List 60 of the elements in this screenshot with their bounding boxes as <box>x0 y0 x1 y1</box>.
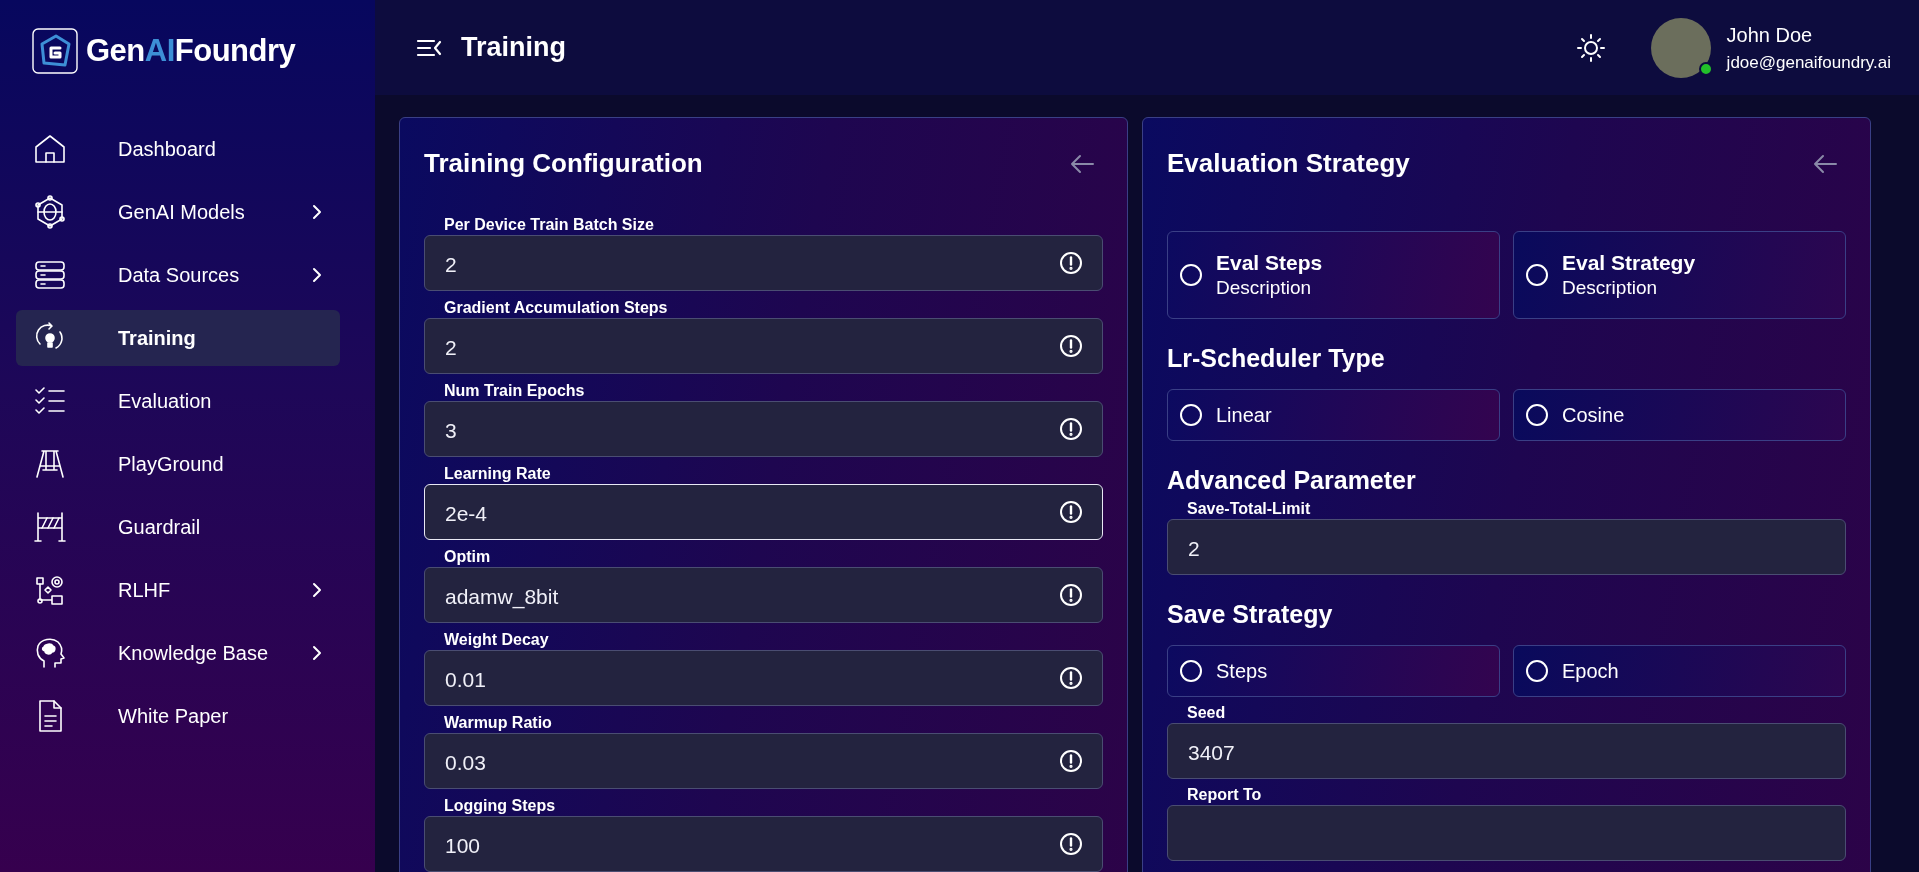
radio-option[interactable]: Epoch <box>1513 645 1846 698</box>
input-field[interactable]: 3407 <box>1167 723 1846 780</box>
input-field[interactable]: 100 <box>424 816 1103 872</box>
radio-option[interactable]: Linear <box>1167 389 1500 442</box>
sidebar-item[interactable]: GenAI Models <box>16 183 340 240</box>
back-arrow-icon[interactable] <box>1069 152 1095 175</box>
field-label: Num Train Epochs <box>444 382 585 401</box>
sidebar-item[interactable]: PlayGround <box>16 435 340 492</box>
field-label: Optim <box>444 548 491 567</box>
field-label: Gradient Accumulation Steps <box>444 299 668 318</box>
sidebar-item[interactable]: Data Sources <box>16 246 340 303</box>
field-label: Save-Total-Limit <box>1187 500 1311 519</box>
info-icon[interactable] <box>1059 749 1083 774</box>
user-email: jdoe@genaifoundry.ai <box>1726 51 1891 74</box>
radio-option[interactable]: Eval Steps Description <box>1167 231 1500 320</box>
input-field[interactable]: 2 <box>1167 519 1846 576</box>
field-label: Report To <box>1187 786 1262 805</box>
sidebar-item[interactable]: RLHF <box>16 561 340 618</box>
info-icon[interactable] <box>1059 666 1083 691</box>
input-field[interactable]: 2 <box>424 235 1103 292</box>
section-heading: Advanced Parameter <box>1167 465 1417 496</box>
field-label: Seed <box>1187 704 1226 723</box>
section-heading: Save Strategy <box>1167 599 1334 630</box>
input-field[interactable] <box>1167 805 1846 862</box>
sidebar-item[interactable]: Knowledge Base <box>16 624 340 681</box>
field-label: Weight Decay <box>444 631 549 650</box>
network-sphere-icon <box>32 193 68 230</box>
sidebar-item[interactable]: Dashboard <box>16 120 340 177</box>
info-icon[interactable] <box>1059 500 1083 525</box>
info-icon[interactable] <box>1059 251 1083 276</box>
brand-name: GenAIFoundry <box>86 32 296 70</box>
radio-option[interactable]: Eval Strategy Description <box>1513 231 1846 320</box>
input-field[interactable]: 0.03 <box>424 733 1103 790</box>
sidebar-item[interactable]: Guardrail <box>16 498 340 555</box>
user-name: John Doe <box>1726 22 1814 48</box>
input-field[interactable]: 3 <box>424 401 1103 458</box>
sidebar-item[interactable]: Training <box>16 309 340 366</box>
radio-option[interactable]: Cosine <box>1513 389 1846 442</box>
input-field[interactable]: adamw_8bit <box>424 567 1103 624</box>
logo-icon <box>32 28 78 75</box>
info-icon[interactable] <box>1059 334 1083 359</box>
back-arrow-icon[interactable] <box>1812 152 1838 175</box>
page-title: Training <box>461 31 566 64</box>
card-title: Evaluation Strategy <box>1167 148 1410 180</box>
info-icon[interactable] <box>1059 832 1083 857</box>
field-label: Learning Rate <box>444 465 551 484</box>
field-label: Per Device Train Batch Size <box>444 216 654 235</box>
field-label: Warmup Ratio <box>444 714 552 733</box>
info-icon[interactable] <box>1059 417 1083 442</box>
section-heading: Lr-Scheduler Type <box>1167 343 1386 374</box>
input-field[interactable]: 2 <box>424 318 1103 375</box>
info-icon[interactable] <box>1059 583 1083 608</box>
sidebar-item[interactable]: Evaluation <box>16 372 340 429</box>
sidebar-item[interactable]: White Paper <box>16 687 340 744</box>
radio-option[interactable]: Steps <box>1167 645 1500 698</box>
sun-icon[interactable] <box>1575 32 1606 63</box>
input-field[interactable]: 2e-4 <box>424 484 1103 541</box>
input-field[interactable]: 0.01 <box>424 650 1103 707</box>
card-title: Training Configuration <box>424 148 703 180</box>
field-label: Logging Steps <box>444 797 556 816</box>
